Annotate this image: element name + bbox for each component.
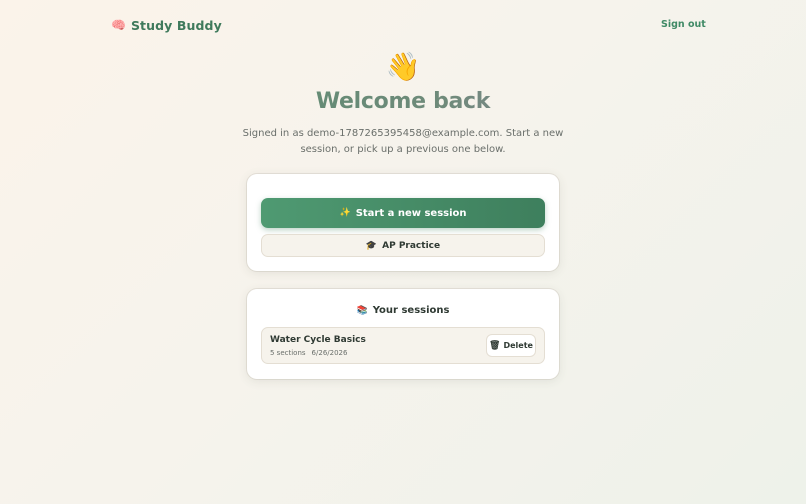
sign-out-link[interactable]: Sign out xyxy=(661,19,706,30)
waving-hand-icon: 👋 xyxy=(385,50,421,83)
ap-practice-label: AP Practice xyxy=(382,240,441,251)
sparkles-icon: ✨ xyxy=(339,208,351,218)
brand-name: Study Buddy xyxy=(130,17,222,33)
session-date: 6/26/2026 xyxy=(311,349,348,357)
brain-icon: 🧠 xyxy=(111,18,126,32)
session-sections-count: 5 sections xyxy=(270,349,306,357)
ap-practice-button[interactable]: 🎓 AP Practice xyxy=(261,234,545,257)
session-item[interactable]: Water Cycle Basics 5 sections 6/26/2026 … xyxy=(261,327,545,364)
sessions-card: 📚 Your sessions Water Cycle Basics 5 sec… xyxy=(247,289,559,379)
page-subtitle: Signed in as demo-1787265395458@example.… xyxy=(242,128,564,155)
session-meta: 5 sections 6/26/2026 xyxy=(270,349,347,357)
page-title: Welcome back xyxy=(0,89,806,114)
sessions-heading-label: Your sessions xyxy=(372,305,450,316)
graduation-cap-icon: 🎓 xyxy=(365,240,378,251)
top-bar: 🧠 Study Buddy Sign out xyxy=(0,0,806,52)
delete-label: Delete xyxy=(503,341,533,350)
sessions-heading: 📚 Your sessions xyxy=(247,305,559,316)
start-new-session-button[interactable]: ✨ Start a new session xyxy=(261,198,545,228)
delete-session-button[interactable]: 🗑 Delete xyxy=(486,334,536,357)
start-new-session-label: Start a new session xyxy=(355,207,467,219)
actions-card: ✨ Start a new session 🎓 AP Practice xyxy=(247,174,559,271)
trash-icon: 🗑 xyxy=(489,340,501,351)
books-icon: 📚 xyxy=(356,305,368,316)
brand[interactable]: 🧠 Study Buddy xyxy=(111,17,222,33)
session-name: Water Cycle Basics xyxy=(270,335,366,345)
